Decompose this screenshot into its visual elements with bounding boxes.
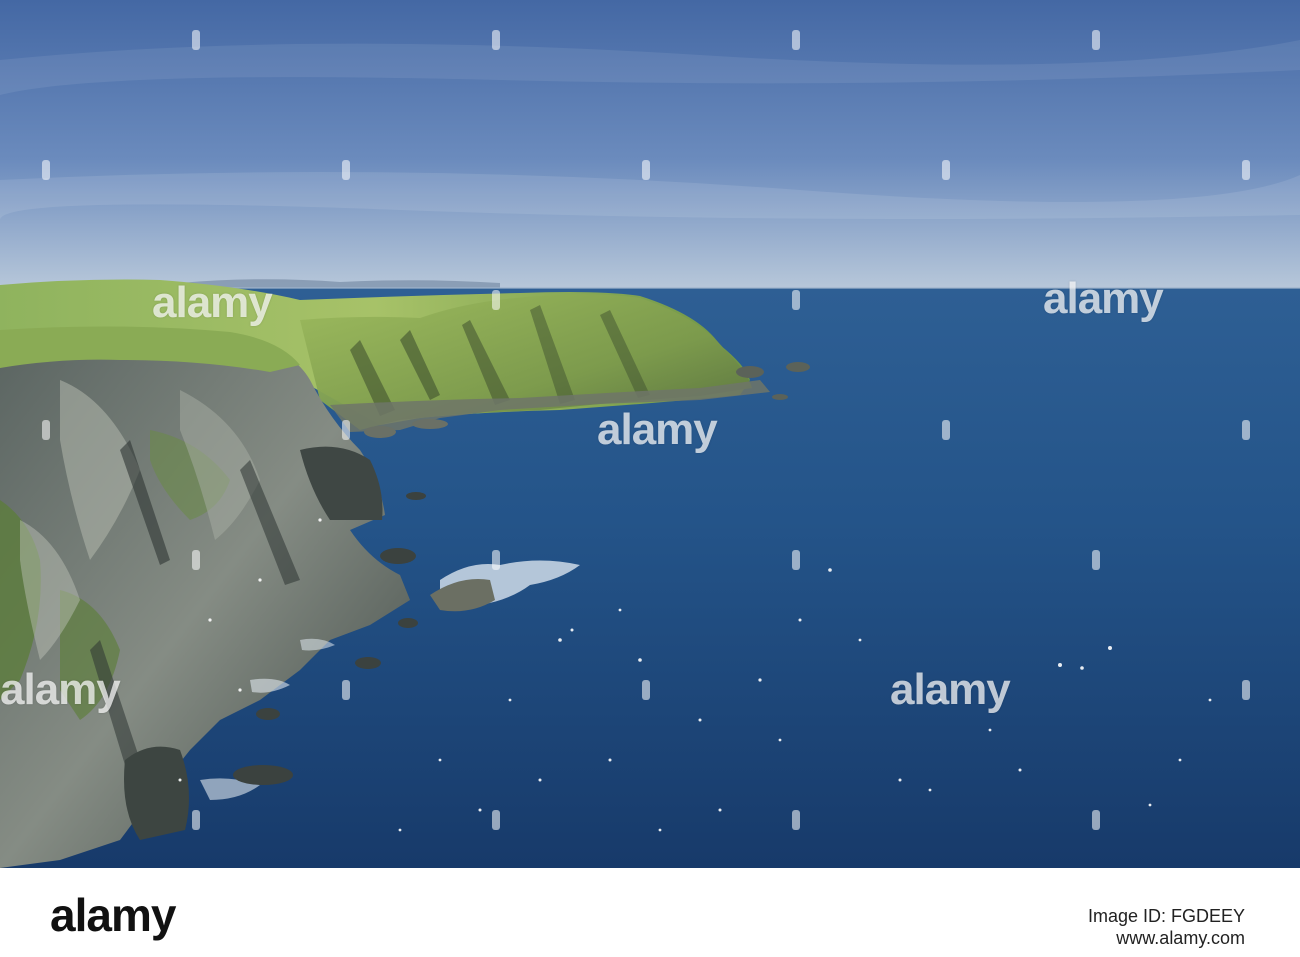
image-id-label: Image ID: FGDEEY bbox=[1087, 906, 1245, 926]
watermark-mark bbox=[192, 550, 200, 570]
watermark-mark bbox=[342, 680, 350, 700]
watermark-text: alamy bbox=[152, 278, 273, 327]
watermark-mark bbox=[942, 160, 950, 180]
watermark-mark bbox=[342, 160, 350, 180]
watermark-text: alamy bbox=[890, 665, 1011, 714]
watermark-mark bbox=[1092, 550, 1100, 570]
alamy-logo[interactable]: alamy bbox=[50, 888, 176, 942]
watermark-mark bbox=[492, 30, 500, 50]
watermark-mark bbox=[1092, 30, 1100, 50]
site-url-link[interactable]: www.alamy.com bbox=[1116, 928, 1245, 949]
watermark-mark bbox=[492, 290, 500, 310]
watermark-mark bbox=[1242, 680, 1250, 700]
watermark-mark bbox=[792, 290, 800, 310]
watermark-mark bbox=[1242, 420, 1250, 440]
watermark-mark bbox=[192, 810, 200, 830]
watermark-mark bbox=[492, 810, 500, 830]
watermark-text: alamy bbox=[1043, 274, 1164, 323]
watermark-mark bbox=[42, 160, 50, 180]
watermark-text: alamy bbox=[0, 665, 121, 714]
watermark-mark bbox=[642, 160, 650, 180]
watermark-mark bbox=[642, 680, 650, 700]
watermark-mark bbox=[342, 420, 350, 440]
watermark-mark bbox=[492, 550, 500, 570]
watermark-text: alamy bbox=[597, 405, 718, 454]
watermark-mark bbox=[942, 420, 950, 440]
stock-footer: alamy Image ID: FGDEEY www.alamy.com bbox=[0, 868, 1300, 957]
watermark-mark bbox=[1242, 160, 1250, 180]
watermark-mark bbox=[1092, 810, 1100, 830]
watermark-mark bbox=[192, 30, 200, 50]
watermark-mark bbox=[42, 420, 50, 440]
watermark-mark bbox=[792, 550, 800, 570]
watermark-mark bbox=[792, 30, 800, 50]
watermark-mark bbox=[792, 810, 800, 830]
